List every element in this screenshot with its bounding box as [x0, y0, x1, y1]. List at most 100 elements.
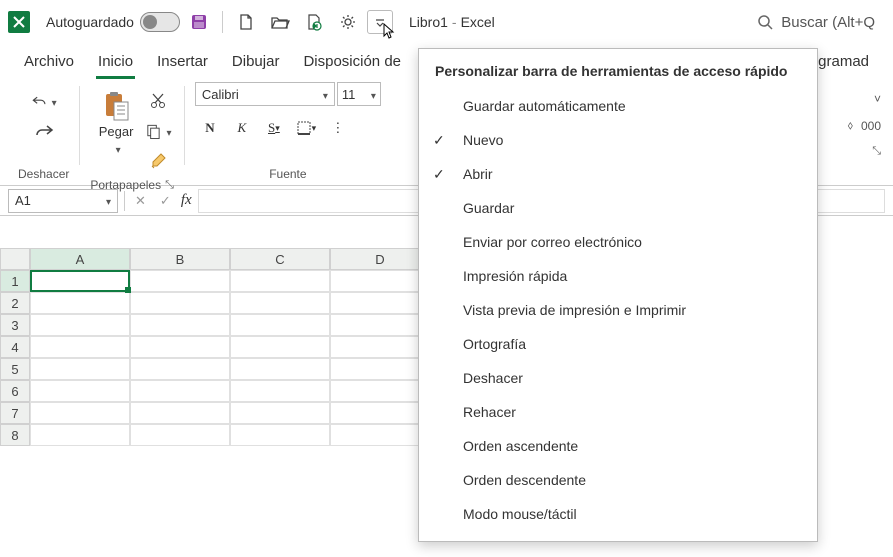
dropdown-item[interactable]: Enviar por correo electrónico — [419, 225, 817, 259]
dropdown-item[interactable]: Orden descendente — [419, 463, 817, 497]
bold-button[interactable]: N — [195, 114, 225, 142]
font-group-label: Fuente — [269, 167, 306, 181]
cell[interactable] — [330, 380, 430, 402]
row-header-4[interactable]: 4 — [0, 336, 30, 358]
cell-a1[interactable] — [30, 270, 130, 292]
dropdown-item[interactable]: Vista previa de impresión e Imprimir — [419, 293, 817, 327]
search-box[interactable]: Buscar (Alt+Q — [747, 10, 885, 35]
row-header-5[interactable]: 5 — [0, 358, 30, 380]
cell[interactable] — [330, 336, 430, 358]
cell[interactable] — [230, 270, 330, 292]
cell[interactable] — [230, 358, 330, 380]
cell[interactable] — [230, 314, 330, 336]
dropdown-item[interactable]: Orden ascendente — [419, 429, 817, 463]
cell[interactable] — [130, 380, 230, 402]
cell[interactable] — [30, 314, 130, 336]
col-header-c[interactable]: C — [230, 248, 330, 270]
cell[interactable] — [30, 358, 130, 380]
chevron-down-icon — [162, 124, 171, 139]
row-header-6[interactable]: 6 — [0, 380, 30, 402]
border-button[interactable]: ▾ — [291, 114, 321, 142]
dropdown-item[interactable]: Modo mouse/táctil — [419, 497, 817, 531]
autosave-control[interactable]: Autoguardado — [46, 12, 180, 32]
row-header-7[interactable]: 7 — [0, 402, 30, 424]
ribbon-right-decimals[interactable]: 000 — [861, 119, 881, 133]
dropdown-item[interactable]: Ortografía — [419, 327, 817, 361]
number-launcher[interactable]: ⤡ — [872, 145, 881, 158]
arrow-down-icon[interactable]: ˅ — [874, 92, 881, 106]
redo-button[interactable] — [31, 118, 57, 144]
dropdown-item-label: Guardar — [463, 200, 514, 216]
share-button[interactable] — [299, 7, 329, 37]
settings-button[interactable] — [333, 7, 363, 37]
paste-button[interactable]: Pegar — [93, 88, 140, 158]
cell[interactable] — [130, 314, 230, 336]
undo-button[interactable] — [31, 88, 57, 114]
cell[interactable] — [330, 292, 430, 314]
autosave-toggle[interactable] — [140, 12, 180, 32]
underline-button[interactable]: S▾ — [259, 114, 289, 142]
cell[interactable] — [230, 292, 330, 314]
font-name-select[interactable]: Calibri — [195, 82, 335, 106]
cell[interactable] — [130, 270, 230, 292]
cell[interactable] — [30, 336, 130, 358]
dropdown-item[interactable]: Guardar — [419, 191, 817, 225]
clipboard-launcher[interactable]: ⤡ — [165, 179, 174, 192]
cut-button[interactable] — [145, 88, 171, 114]
row-header-2[interactable]: 2 — [0, 292, 30, 314]
row-header-3[interactable]: 3 — [0, 314, 30, 336]
cell[interactable] — [230, 402, 330, 424]
cell[interactable] — [330, 424, 430, 446]
chevron-down-icon — [367, 87, 376, 102]
cell[interactable] — [230, 424, 330, 446]
cell[interactable] — [130, 336, 230, 358]
row-header-1[interactable]: 1 — [0, 270, 30, 292]
cell[interactable] — [330, 270, 430, 292]
cell[interactable] — [230, 336, 330, 358]
cell[interactable] — [130, 402, 230, 424]
dropdown-item[interactable]: Deshacer — [419, 361, 817, 395]
cell[interactable] — [130, 424, 230, 446]
new-file-button[interactable] — [231, 7, 261, 37]
dropdown-item[interactable]: ✓Nuevo — [419, 123, 817, 157]
save-button[interactable] — [184, 7, 214, 37]
fx-icon[interactable]: fx — [181, 192, 192, 209]
select-all-corner[interactable] — [0, 248, 30, 270]
cell[interactable] — [330, 358, 430, 380]
cell[interactable] — [30, 424, 130, 446]
cell[interactable] — [130, 358, 230, 380]
cell[interactable] — [330, 314, 430, 336]
open-file-button[interactable] — [265, 7, 295, 37]
cell[interactable] — [330, 402, 430, 424]
dropdown-item[interactable]: Guardar automáticamente — [419, 89, 817, 123]
dropdown-item[interactable]: ✓Abrir — [419, 157, 817, 191]
format-painter-button[interactable] — [145, 148, 171, 174]
dropdown-item-label: Nuevo — [463, 132, 503, 148]
tab-inicio[interactable]: Inicio — [86, 49, 145, 76]
cell[interactable] — [30, 292, 130, 314]
cell[interactable] — [130, 292, 230, 314]
customize-qat-button[interactable] — [367, 10, 393, 34]
autosave-label: Autoguardado — [46, 14, 134, 30]
dropdown-item[interactable]: Impresión rápida — [419, 259, 817, 293]
undo-group: Deshacer — [8, 82, 79, 185]
copy-button[interactable] — [145, 118, 171, 144]
tab-dibujar[interactable]: Dibujar — [220, 49, 292, 76]
cell[interactable] — [30, 380, 130, 402]
more-font-button[interactable]: ⋮ — [323, 114, 353, 142]
dropdown-title: Personalizar barra de herramientas de ac… — [419, 59, 817, 89]
col-header-a[interactable]: A — [30, 248, 130, 270]
tab-insertar[interactable]: Insertar — [145, 49, 220, 76]
cell[interactable] — [30, 402, 130, 424]
tab-disposicion[interactable]: Disposición de — [291, 49, 413, 76]
italic-button[interactable]: K — [227, 114, 257, 142]
col-header-b[interactable]: B — [130, 248, 230, 270]
row-header-8[interactable]: 8 — [0, 424, 30, 446]
tab-archivo[interactable]: Archivo — [12, 49, 86, 76]
font-size-select[interactable]: 11 — [337, 82, 381, 106]
col-header-d[interactable]: D — [330, 248, 430, 270]
title-separator: - — [452, 14, 457, 30]
ribbon-right-icon[interactable]: ⬨ — [848, 118, 853, 133]
dropdown-item[interactable]: Rehacer — [419, 395, 817, 429]
cell[interactable] — [230, 380, 330, 402]
